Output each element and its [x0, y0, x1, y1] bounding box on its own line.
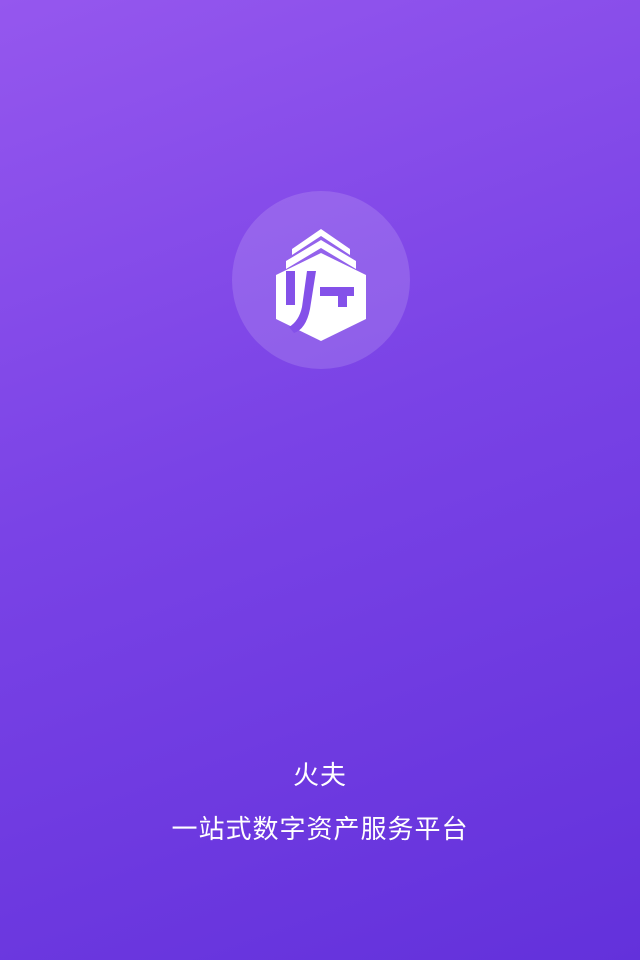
huofu-logo-icon [276, 229, 366, 341]
logo-badge [232, 191, 410, 369]
splash-screen: 火夫 一站式数字资产服务平台 [0, 0, 640, 960]
app-name: 火夫 [292, 761, 347, 791]
app-slogan: 一站式数字资产服务平台 [171, 815, 469, 845]
